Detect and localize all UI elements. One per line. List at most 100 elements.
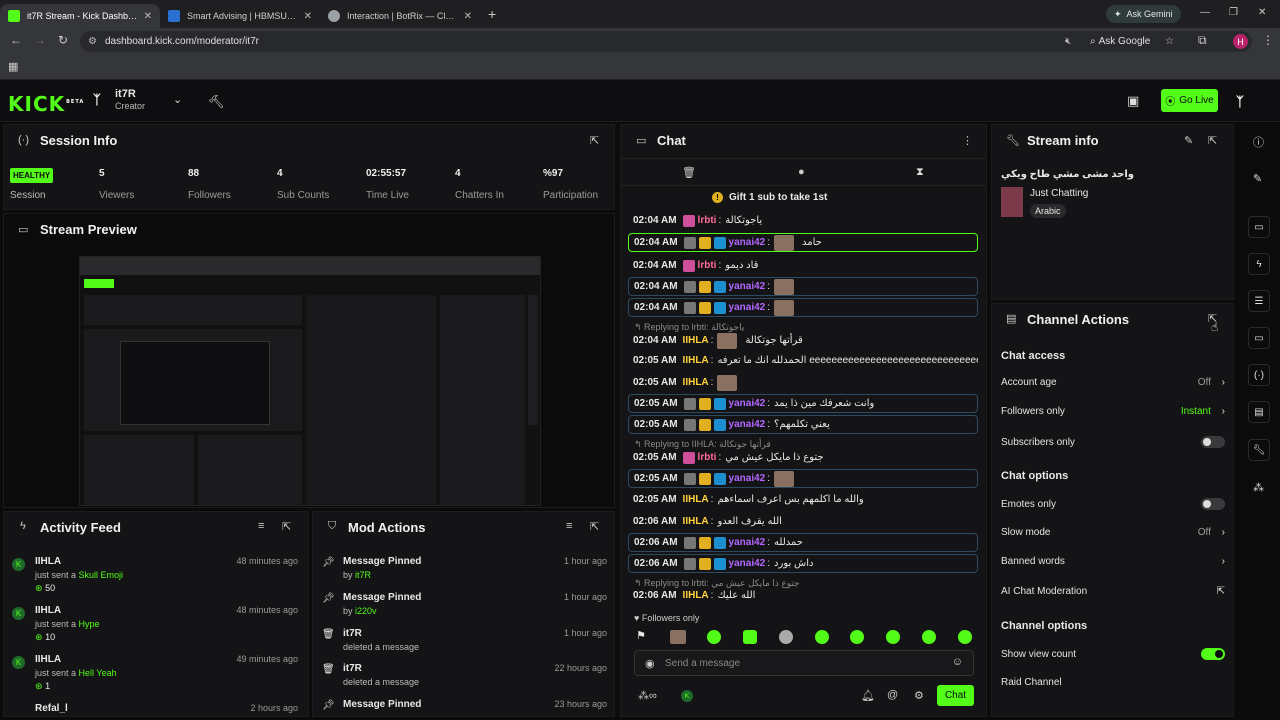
chat-message[interactable]: 02:06 AM yanai42: حمدلله (628, 533, 978, 552)
list-widget-icon[interactable]: ☰ (1248, 290, 1270, 312)
url-field[interactable]: ⚙ dashboard.kick.com/moderator/it7r 🔇︎ ⌕… (80, 31, 1252, 52)
chat-username[interactable]: IIHLA (683, 377, 709, 388)
chat-username[interactable]: yanai42 (729, 302, 766, 313)
chat-username[interactable]: IIHLA (683, 590, 709, 601)
account-age-row[interactable]: Account age Off › (1001, 377, 1225, 388)
forward-icon[interactable]: → (34, 33, 46, 47)
browser-tab-kick[interactable]: it7R Stream - Kick Dashboard ✕ (0, 4, 160, 28)
stream-preview-video[interactable] (79, 256, 541, 506)
ask-gemini-button[interactable]: ✦ Ask Gemini (1106, 5, 1181, 23)
close-window-icon[interactable]: ✕ (1258, 7, 1266, 18)
emote-icon[interactable] (670, 630, 686, 644)
mute-icon[interactable]: 🔇︎ (1065, 36, 1071, 47)
chat-message[interactable]: 02:05 AM yanai42: يعني تكلمهم؟ (628, 415, 978, 434)
close-tab-icon[interactable]: ✕ (144, 11, 152, 22)
chat-message[interactable]: 02:04 AM yanai42: حامد (628, 233, 978, 252)
chat-username[interactable]: IIHLA (683, 355, 709, 366)
chat-message[interactable]: 02:04 AM lrbti: قاد ديمو (628, 256, 978, 275)
chat-username[interactable]: yanai42 (729, 237, 766, 248)
emote-icon[interactable] (815, 630, 829, 644)
subscribers-only-toggle[interactable] (1201, 436, 1225, 448)
chat-message[interactable]: 02:05 AM IIHLA: الحمدلله انك ما تعرفه eeee… (628, 351, 978, 370)
popout-icon[interactable]: ⇱ (590, 134, 599, 147)
chat-message[interactable]: 02:04 AM yanai42: (628, 277, 978, 296)
pinned-gift-banner[interactable]: ! Gift 1 sub to take 1st (712, 192, 827, 203)
chat-username[interactable]: yanai42 (729, 537, 766, 548)
send-chat-button[interactable]: Chat (937, 685, 974, 706)
back-icon[interactable]: ← (10, 33, 22, 47)
chat-message[interactable]: 02:04 AM yanai42: (628, 298, 978, 317)
chat-message[interactable]: 02:06 AM yanai42: داش بورد (628, 554, 978, 573)
close-tab-icon[interactable]: ✕ (304, 11, 312, 22)
kick-coin-icon[interactable]: K (681, 690, 693, 702)
ai-chat-moderation-row[interactable]: AI Chat Moderation ⇱ (1001, 586, 1225, 597)
bell-icon[interactable]: 🔔︎ (861, 689, 875, 702)
banned-words-row[interactable]: Banned words › (1001, 556, 1225, 567)
go-live-button[interactable]: ⦿ Go Live (1161, 89, 1218, 112)
emote-icon[interactable] (850, 630, 864, 644)
emoji-icon[interactable]: ☺ (952, 656, 963, 668)
emotes-only-toggle[interactable] (1201, 498, 1225, 510)
close-tab-icon[interactable]: ✕ (464, 11, 472, 22)
emote-icon[interactable] (958, 630, 972, 644)
ask-google-button[interactable]: ⌕ Ask Google (1090, 36, 1150, 47)
chat-mode-icon[interactable]: ● (798, 166, 805, 178)
popout-icon[interactable]: ⇱ (1208, 134, 1217, 147)
chat-message[interactable]: 02:05 AM lrbti: جتوع ذا مايكل عيش مي (628, 448, 978, 467)
emote-icon[interactable]: ⚑ (636, 629, 646, 642)
stream-info-widget-icon[interactable]: 🔧︎ (1248, 439, 1270, 461)
activity-widget-icon[interactable]: ϟ (1248, 253, 1270, 275)
chat-message[interactable]: 02:05 AM yanai42: (628, 469, 978, 488)
mention-icon[interactable]: @ (887, 689, 898, 701)
followers-only-row[interactable]: Followers only Instant › (1001, 406, 1225, 417)
chat-message[interactable]: 02:05 AM IIHLA: والله ما اكلمهم بس اعرف اس… (628, 490, 978, 509)
minimize-icon[interactable]: — (1200, 7, 1210, 18)
chat-menu-icon[interactable]: ⋮ (962, 134, 973, 147)
restore-icon[interactable]: ❐ (1229, 7, 1238, 18)
community-icon[interactable]: ⁂ (1253, 481, 1264, 494)
chat-username[interactable]: IIHLA (683, 335, 709, 346)
edit-pencil-icon[interactable]: ✎ (1253, 172, 1262, 185)
chat-widget-icon[interactable]: ▭ (1248, 327, 1270, 349)
preview-widget-icon[interactable]: ▭ (1248, 216, 1270, 238)
raid-channel-row[interactable]: Raid Channel (1001, 677, 1225, 688)
popout-icon[interactable]: ⇱ (282, 520, 291, 533)
extensions-icon[interactable]: ⧉ (1198, 33, 1207, 48)
channel-actions-widget-icon[interactable]: ▤ (1248, 401, 1270, 423)
hammer-icon[interactable]: 🔨︎ (208, 94, 225, 110)
emote-icon[interactable] (707, 630, 721, 644)
profile-avatar[interactable]: H (1233, 34, 1248, 49)
chat-username[interactable]: lrbti (698, 215, 717, 226)
filter-icon[interactable]: ≡ (258, 520, 264, 532)
settings-gear-icon[interactable]: ⚙ (914, 689, 924, 702)
chat-username[interactable]: IIHLA (683, 516, 709, 527)
filter-icon[interactable]: ≡ (566, 520, 572, 532)
chat-username[interactable]: yanai42 (729, 558, 766, 569)
chat-message[interactable]: 02:06 AM IIHLA: الله يقرف العدو (628, 512, 978, 531)
bookmark-star-icon[interactable]: ☆ (1165, 36, 1174, 47)
chat-username[interactable]: lrbti (698, 452, 717, 463)
slow-mode-row[interactable]: Slow mode Off › (1001, 527, 1225, 538)
edit-pencil-icon[interactable]: ✎ (1184, 134, 1193, 147)
trash-icon[interactable]: 🗑︎ (682, 166, 696, 179)
chat-username[interactable]: yanai42 (729, 398, 766, 409)
apps-grid-icon[interactable]: ▦ (8, 60, 18, 73)
user-avatar[interactable]: ᛉ (1236, 94, 1244, 109)
chat-username[interactable]: lrbti (698, 260, 717, 271)
chat-input[interactable]: ◉ Send a message ☺ (634, 650, 974, 676)
emote-icon[interactable] (886, 630, 900, 644)
hourglass-icon[interactable]: ⧗ (916, 166, 924, 179)
session-widget-icon[interactable]: (·) (1248, 364, 1270, 386)
emote-icon[interactable] (743, 630, 757, 644)
chat-message[interactable]: 02:05 AM IIHLA: (628, 373, 978, 392)
info-icon[interactable]: ⓘ (1253, 134, 1264, 150)
reload-icon[interactable]: ↻ (58, 33, 68, 47)
site-info-icon[interactable]: ⚙ (88, 36, 97, 47)
emote-icon[interactable] (779, 630, 793, 644)
new-tab-icon[interactable]: + (488, 6, 496, 22)
popout-icon[interactable]: ⇱ (590, 520, 599, 533)
menu-kebab-icon[interactable]: ⋮ (1262, 33, 1274, 47)
chat-username[interactable]: yanai42 (729, 281, 766, 292)
show-view-count-toggle[interactable] (1201, 648, 1225, 660)
chat-username[interactable]: IIHLA (683, 494, 709, 505)
